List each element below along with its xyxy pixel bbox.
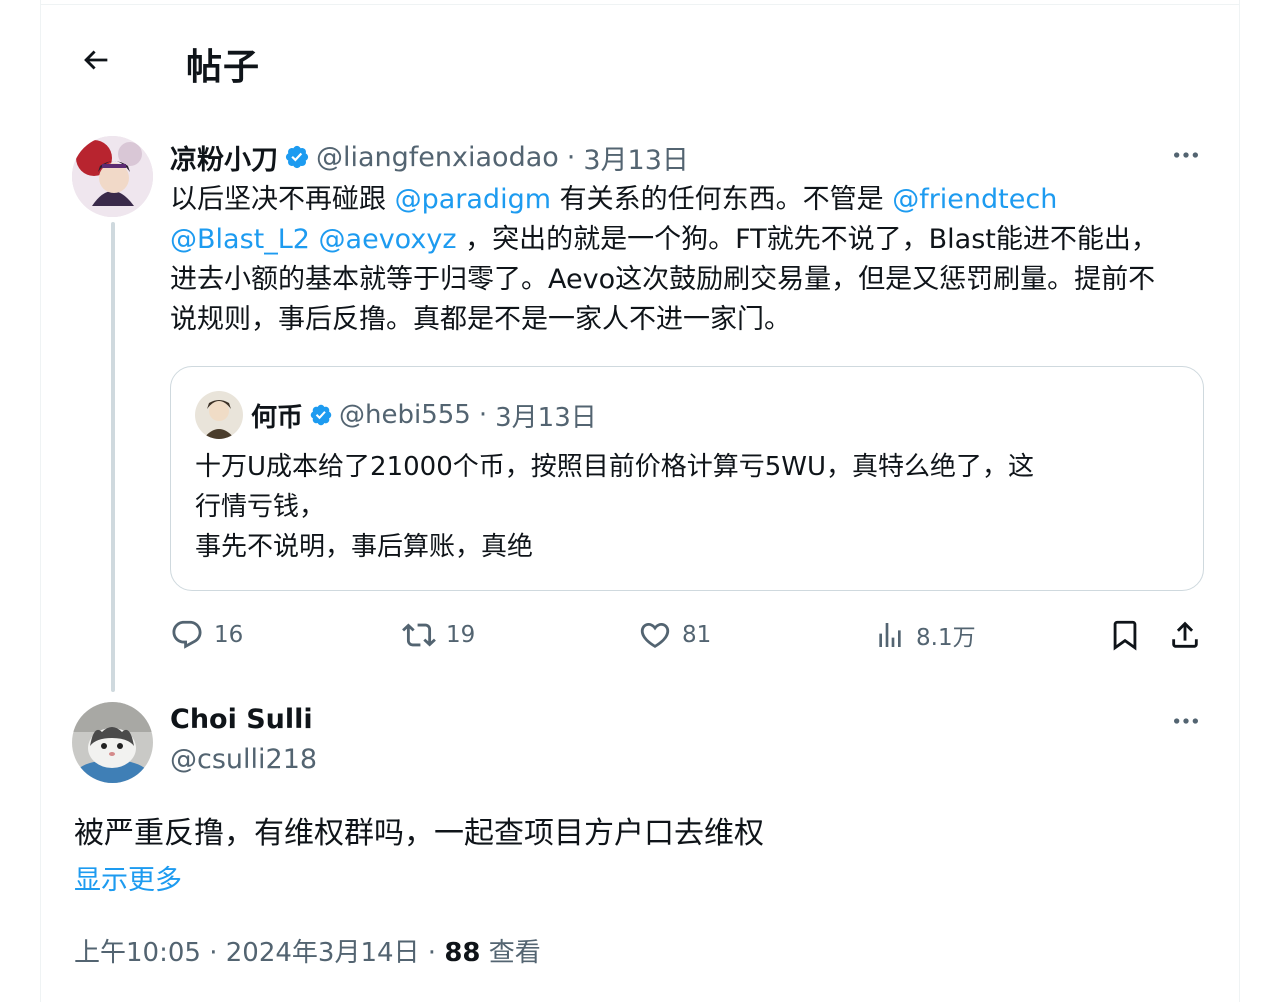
share-button[interactable] xyxy=(1168,618,1202,652)
separator-dot: · xyxy=(419,938,445,968)
bookmark-icon xyxy=(1113,620,1137,651)
post-more-button[interactable] xyxy=(1166,140,1206,170)
reply-handle-line: @csulli218 xyxy=(170,744,317,775)
reply-view-count: 88 xyxy=(444,938,481,968)
repost-count: 19 xyxy=(446,622,476,648)
like-icon xyxy=(640,622,670,648)
repost-icon xyxy=(402,623,436,647)
mention-link[interactable]: @paradigm xyxy=(395,184,551,215)
top-divider xyxy=(40,4,1240,5)
reply-body: 被严重反撸，有维权群吗，一起查项目方户口去维权 xyxy=(74,816,764,851)
thread-connector-line xyxy=(111,222,115,692)
post-body: 以后坚决不再碰跟 @paradigm 有关系的任何东西。不管是 @friendt… xyxy=(170,180,1180,340)
post-body-line-1: 以后坚决不再碰跟 @paradigm 有关系的任何东西。不管是 @friendt… xyxy=(170,180,1180,220)
reply-author-name[interactable]: Choi Sulli xyxy=(170,704,313,735)
separator-dot: · xyxy=(200,938,226,968)
post-body-rest: @Blast_L2 @aevoxyz ，突出的就是一个狗。FT就先不说了，Bla… xyxy=(170,220,1180,340)
reply-author-avatar[interactable] xyxy=(72,702,153,783)
back-button[interactable] xyxy=(76,40,116,80)
more-icon xyxy=(1174,152,1198,158)
reply-header: Choi Sulli xyxy=(170,704,313,735)
quote-date: 3月13日 xyxy=(495,402,597,433)
quote-line: 事先不说明，事后算账，真绝 xyxy=(195,532,534,562)
share-icon xyxy=(1172,621,1198,648)
post-text: 以后坚决不再碰跟 xyxy=(170,184,395,215)
quote-author-avatar[interactable] xyxy=(195,391,243,439)
quote-line: 行情亏钱， xyxy=(195,492,326,522)
views-icon xyxy=(879,623,901,647)
show-more-link[interactable]: 显示更多 xyxy=(74,858,182,897)
mention-link[interactable]: @aevoxyz xyxy=(319,224,457,255)
more-icon xyxy=(1174,718,1198,724)
views-count: 8.1万 xyxy=(916,625,976,651)
like-button[interactable]: 81 xyxy=(638,618,711,652)
like-count: 81 xyxy=(682,622,712,648)
reply-count: 16 xyxy=(214,622,244,648)
reply-icon xyxy=(172,620,202,649)
mention-link[interactable]: @friendtech xyxy=(892,184,1057,215)
repost-button[interactable]: 19 xyxy=(402,618,475,652)
verified-badge-icon xyxy=(285,145,309,169)
views-button[interactable]: 8.1万 xyxy=(874,618,976,652)
reply-date[interactable]: 2024年3月14日 xyxy=(226,938,420,968)
quote-header: 何币 @hebi555 · 3月13日 xyxy=(251,397,597,433)
reply-views-label: 查看 xyxy=(480,938,541,968)
page-title: 帖子 xyxy=(186,47,261,88)
quote-author-name: 何币 xyxy=(251,402,304,433)
separator-dot: · xyxy=(566,141,576,173)
post-header: 凉粉小刀 @liangfenxiaodao · 3月13日 xyxy=(170,138,689,176)
reply-meta: 上午10:05 · 2024年3月14日 · 88 查看 xyxy=(74,932,541,969)
reply-more-button[interactable] xyxy=(1166,706,1206,736)
post-author-avatar[interactable] xyxy=(72,136,153,217)
quoted-post-card[interactable]: 何币 @hebi555 · 3月13日 十万U成本给了21000个币，按照目前价… xyxy=(170,366,1204,591)
quote-body: 十万U成本给了21000个币，按照目前价格计算亏5WU，真特么绝了，这 行情亏钱… xyxy=(195,447,1185,567)
quote-author-handle: @hebi555 xyxy=(339,400,471,430)
post-text: 有关系的任何东西。不管是 xyxy=(551,184,893,215)
post-date[interactable]: 3月13日 xyxy=(583,138,689,177)
mention-link[interactable]: @Blast_L2 xyxy=(170,224,310,255)
back-arrow-icon xyxy=(84,50,108,70)
post-text xyxy=(310,224,319,255)
reply-author-handle[interactable]: @csulli218 xyxy=(170,744,317,775)
reply-button[interactable]: 16 xyxy=(170,618,243,652)
post-author-handle[interactable]: @liangfenxiaodao xyxy=(316,142,559,173)
bookmark-button[interactable] xyxy=(1108,618,1142,652)
separator-dot: · xyxy=(478,400,488,430)
post-author-name[interactable]: 凉粉小刀 xyxy=(170,138,278,177)
quote-line: 十万U成本给了21000个币，按照目前价格计算亏5WU，真特么绝了，这 xyxy=(195,452,1035,482)
verified-badge-icon xyxy=(310,404,332,426)
reply-time[interactable]: 上午10:05 xyxy=(74,938,201,968)
